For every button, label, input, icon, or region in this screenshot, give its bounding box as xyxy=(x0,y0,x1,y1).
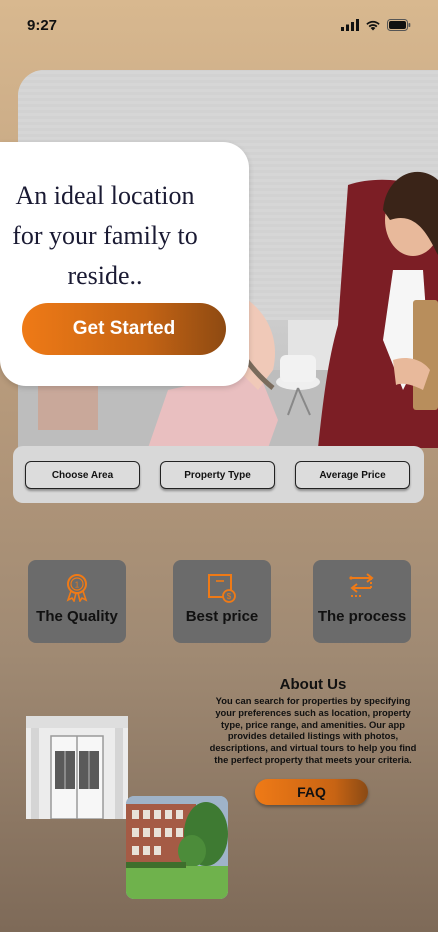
house-door-photo xyxy=(26,716,128,819)
filter-bar: Choose Area Property Type Average Price xyxy=(13,446,424,503)
cellular-signal-icon xyxy=(341,19,359,31)
brick-building-illustration xyxy=(126,796,228,899)
svg-text:1: 1 xyxy=(75,581,80,590)
award-ribbon-icon: 1 xyxy=(66,574,88,602)
average-price-button[interactable]: Average Price xyxy=(295,461,410,489)
feature-card-quality[interactable]: 1 The Quality xyxy=(28,560,126,643)
status-time: 9:27 xyxy=(27,17,58,34)
choose-area-button[interactable]: Choose Area xyxy=(25,461,140,489)
hero-headline: An ideal location for your family to res… xyxy=(12,181,198,290)
feature-label-quality: The Quality xyxy=(36,608,118,625)
feature-card-process[interactable]: The process xyxy=(313,560,411,643)
about-text: You can search for properties by specify… xyxy=(209,695,417,765)
house-door-illustration xyxy=(26,716,128,819)
status-bar: 9:27 xyxy=(0,0,438,50)
price-tag-icon: $ xyxy=(208,574,236,603)
wifi-icon xyxy=(366,20,380,31)
status-icons xyxy=(341,19,411,31)
hero-card: An ideal location for your family to res… xyxy=(0,142,249,386)
feature-label-process: The process xyxy=(317,608,407,625)
svg-text:$: $ xyxy=(227,592,232,601)
property-type-button[interactable]: Property Type xyxy=(160,461,275,489)
feature-label-best-price: Best price xyxy=(185,608,259,625)
process-flow-icon xyxy=(349,573,374,597)
brick-building-photo xyxy=(126,796,228,899)
faq-button[interactable]: FAQ xyxy=(255,779,368,805)
get-started-button[interactable]: Get Started xyxy=(22,303,226,355)
feature-card-best-price[interactable]: $ Best price xyxy=(173,560,271,643)
battery-icon xyxy=(387,19,411,31)
about-title: About Us xyxy=(279,676,347,693)
